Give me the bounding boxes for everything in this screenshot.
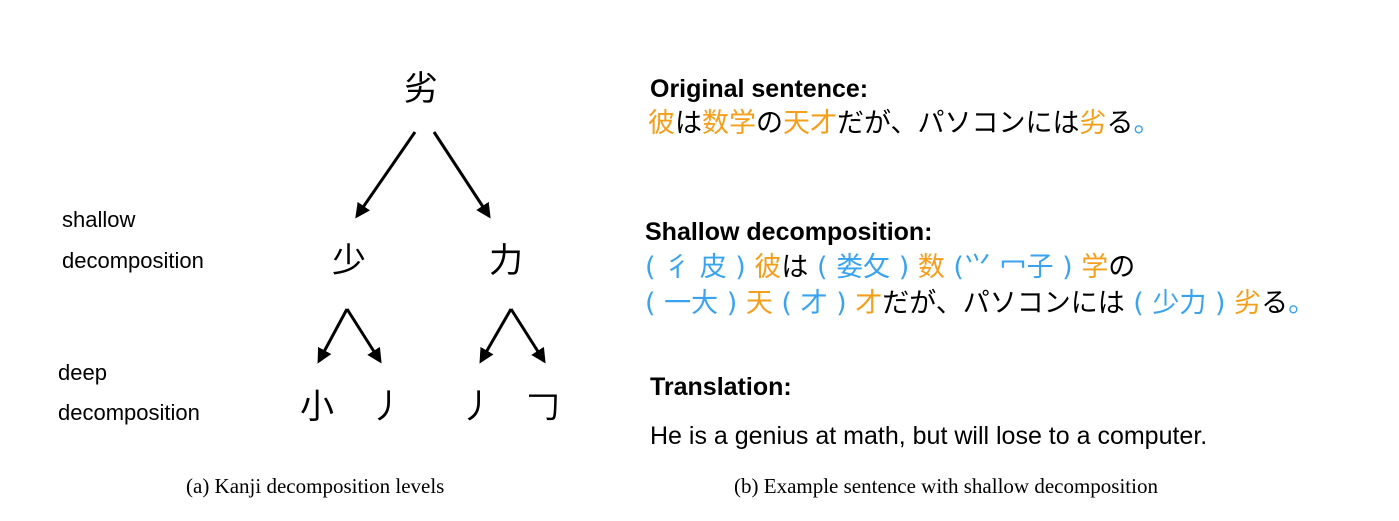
token: 数 (917, 252, 945, 283)
original-heading: Original sentence: (650, 75, 869, 103)
deep-label-line2: decomposition (58, 400, 200, 425)
arrow-root-left (355, 131, 417, 219)
shallow-label-line2: decomposition (62, 248, 204, 273)
token: 彼 (648, 108, 675, 139)
deep-component-2: 丿 (370, 387, 404, 427)
token: だが、パソコンには (837, 108, 1080, 139)
token: (⺍ 冖子 ) (944, 252, 1082, 283)
token: ( 娄攵 ) (817, 252, 918, 283)
original-sentence: 彼は数学の天才だが、パソコンには劣る。 (648, 108, 1160, 140)
shallow-line-1: ( 彳 皮 ) 彼は ( 娄攵 ) 数 (⺍ 冖子 ) 学の (645, 252, 1135, 284)
translation-text: He is a genius at math, but will lose to… (650, 422, 1208, 450)
token: 。 (1288, 288, 1316, 319)
token: 天 (745, 288, 773, 319)
token: は (781, 252, 817, 283)
deep-component-1: 小 (300, 387, 334, 427)
token: だが、パソコンには (882, 288, 1134, 319)
deep-component-3: 丿 (460, 387, 494, 427)
token: る (1261, 288, 1289, 319)
token: 才 (855, 288, 883, 319)
caption-a: (a) Kanji decomposition levels (186, 474, 445, 498)
token: の (1108, 252, 1136, 283)
token: ( 才 ) (772, 288, 856, 319)
token: 彼 (754, 252, 782, 283)
root-kanji: 劣 (404, 69, 438, 109)
token: ( 彳 皮 ) (645, 252, 755, 283)
token: 劣 (1079, 108, 1107, 139)
arrow-shao-right (345, 308, 382, 364)
arrow-li-left (479, 308, 513, 364)
arrow-li-right (509, 308, 546, 364)
token: 天才 (783, 108, 837, 139)
arrow-root-right (432, 131, 491, 219)
token: 数学 (702, 108, 756, 139)
token: ( 一大 ) (645, 288, 746, 319)
deep-component-4: 𠃌 (526, 387, 560, 427)
token: の (756, 108, 783, 139)
shallow-line-2: ( 一大 ) 天 ( 才 ) 才だが、パソコンには ( 少力 ) 劣る。 (645, 288, 1315, 320)
token: は (675, 108, 702, 139)
token: 劣 (1234, 288, 1262, 319)
caption-b: (b) Example sentence with shallow decomp… (734, 474, 1158, 498)
shallow-label-line1: shallow (62, 207, 136, 232)
token: ( 少力 ) (1133, 288, 1235, 319)
deep-label-line1: deep (58, 360, 107, 385)
shallow-component-1: 少 (332, 241, 366, 281)
translation-heading: Translation: (650, 373, 792, 401)
token: 学 (1081, 252, 1109, 283)
token: 。 (1133, 108, 1161, 139)
shallow-component-2: 力 (489, 241, 523, 281)
shallow-heading: Shallow decomposition: (645, 218, 933, 246)
arrow-shao-left (317, 308, 349, 364)
token: る (1106, 108, 1134, 139)
